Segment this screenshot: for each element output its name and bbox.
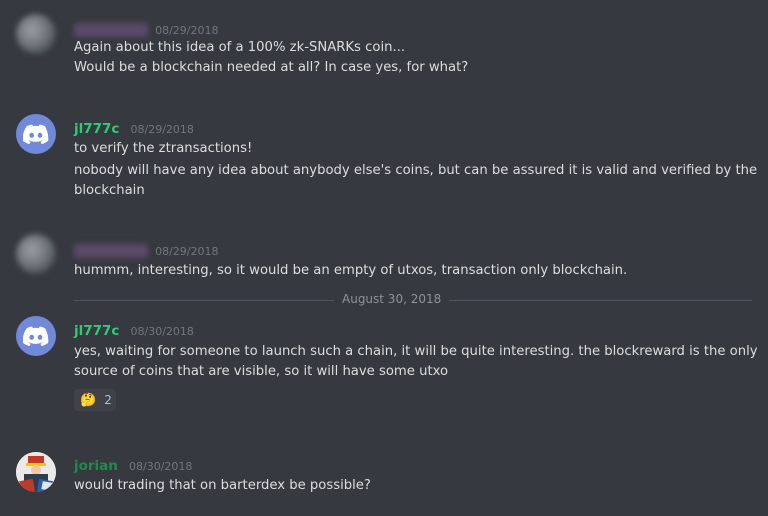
avatar-jl777c[interactable] <box>16 316 56 356</box>
message-header: 08/29/2018 <box>74 240 219 258</box>
timestamp: 08/30/2018 <box>129 460 193 473</box>
avatar-blurred-user[interactable] <box>16 234 56 274</box>
message-text: source of coins that are visible, so it … <box>74 364 449 379</box>
message-text: Would be a blockchain needed at all? In … <box>74 60 469 75</box>
message-text: nobody will have any idea about anybody … <box>74 163 758 178</box>
username[interactable]: jorian <box>74 458 118 474</box>
discord-logo-icon <box>23 326 49 346</box>
timestamp: 08/29/2018 <box>155 24 219 37</box>
avatar-jl777c[interactable] <box>16 114 56 154</box>
reaction-button[interactable]: 🤔 2 <box>74 389 116 411</box>
date-divider-label: August 30, 2018 <box>334 292 450 306</box>
reaction-count: 2 <box>104 393 112 407</box>
message-header: 08/29/2018 <box>74 19 219 37</box>
message-header: jorian 08/30/2018 <box>74 455 193 474</box>
timestamp: 08/30/2018 <box>130 325 194 338</box>
message-header: jl777c 08/30/2018 <box>74 320 194 339</box>
message-header: jl777c 08/29/2018 <box>74 118 194 137</box>
avatar-jorian[interactable] <box>16 452 56 492</box>
message-text: would trading that on barterdex be possi… <box>74 478 371 493</box>
username[interactable]: jl777c <box>74 323 119 339</box>
timestamp: 08/29/2018 <box>155 245 219 258</box>
jorian-avatar-icon <box>16 452 56 492</box>
message-text: to verify the ztransactions! <box>74 141 253 156</box>
username-blurred[interactable] <box>74 243 148 258</box>
message-text: yes, waiting for someone to launch such … <box>74 344 758 359</box>
avatar-blurred-user[interactable] <box>16 14 56 54</box>
discord-logo-icon <box>23 124 49 144</box>
message-text: Again about this idea of a 100% zk-SNARK… <box>74 40 406 55</box>
message-text: blockchain <box>74 183 145 198</box>
timestamp: 08/29/2018 <box>130 123 194 136</box>
thinking-face-emoji-icon: 🤔 <box>80 392 97 408</box>
username[interactable]: jl777c <box>74 121 119 137</box>
message-text: hummm, interesting, so it would be an em… <box>74 263 628 278</box>
username-blurred[interactable] <box>74 22 148 37</box>
